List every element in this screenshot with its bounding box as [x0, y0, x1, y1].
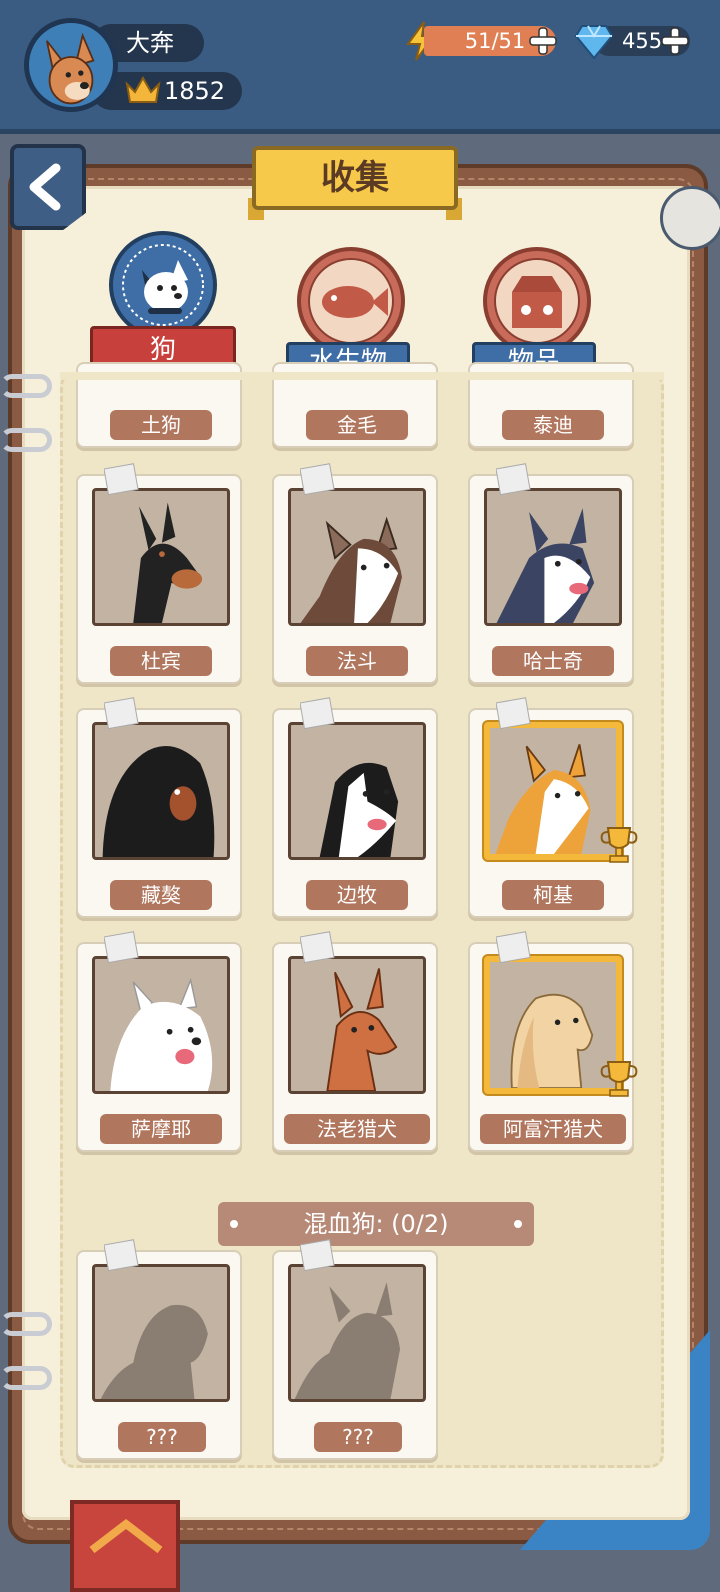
back-arrow-icon[interactable] — [24, 162, 68, 212]
energy-value: 51/51 — [464, 29, 526, 53]
mixed-breed-section-title: 混血狗: (0/2) — [218, 1202, 534, 1246]
border-collie-icon — [319, 762, 399, 857]
add-gems-plus-icon[interactable] — [660, 26, 690, 56]
card-label: 法老猎犬 — [284, 1114, 430, 1144]
note-icon — [300, 1239, 335, 1272]
card-label: 泰迪 — [502, 410, 604, 440]
binder-ring — [0, 428, 52, 452]
fish-icon — [297, 247, 405, 355]
binder-ring — [0, 1312, 52, 1336]
note-icon — [104, 1239, 139, 1272]
note-icon — [496, 463, 531, 496]
note-icon — [104, 697, 139, 730]
chevron-up-icon — [89, 1518, 163, 1554]
locked-dog-silhouette-icon — [100, 1304, 208, 1399]
dog-portrait — [92, 488, 230, 626]
binder-ring — [0, 374, 52, 398]
dog-card-border-collie[interactable]: 边牧 — [272, 697, 438, 918]
trophy-icon — [600, 827, 638, 863]
trophy-count: 1852 — [164, 77, 226, 105]
dog-portrait — [92, 722, 230, 860]
dog-card-afghan-hound[interactable]: 阿富汗猎犬 — [468, 931, 638, 1152]
note-icon — [300, 931, 335, 964]
card-label: 杜宾 — [110, 646, 212, 676]
dog-card-pharaoh-hound[interactable]: 法老猎犬 — [272, 931, 438, 1152]
player-name: 大奔 — [126, 29, 174, 57]
note-icon — [300, 697, 335, 730]
card-label: 法斗 — [306, 646, 408, 676]
card-label: 阿富汗猎犬 — [480, 1114, 626, 1144]
dog-portrait — [484, 488, 622, 626]
add-energy-plus-icon[interactable] — [528, 26, 558, 56]
box-icon — [483, 247, 591, 355]
dog-portrait — [92, 956, 230, 1094]
locked-dog-silhouette-icon — [294, 1282, 401, 1399]
side-gadget-button[interactable] — [660, 186, 720, 250]
samoyed-icon — [110, 977, 213, 1091]
dog-card-french-bulldog[interactable]: 法斗 — [272, 463, 438, 684]
gem-icon — [574, 25, 614, 60]
dog-card-husky[interactable]: 哈士奇 — [468, 463, 634, 684]
player-avatar[interactable] — [24, 18, 118, 112]
card-label: 土狗 — [110, 410, 212, 440]
dog-card-samoyed[interactable]: 萨摩耶 — [76, 931, 242, 1152]
note-icon — [104, 463, 139, 496]
dog-portrait — [288, 488, 426, 626]
dog-portrait — [288, 722, 426, 860]
dog-card-tibetan-mastiff[interactable]: 藏獒 — [76, 697, 242, 918]
trophy-icon — [600, 1061, 638, 1097]
note-icon — [300, 463, 335, 496]
tibetan-mastiff-icon — [102, 746, 215, 857]
dog-card-doberman[interactable]: 杜宾 — [76, 463, 242, 684]
dog-icon — [109, 231, 217, 339]
crown-icon — [125, 75, 161, 103]
page-title: 收集 — [252, 146, 458, 210]
dog-silhouette — [92, 1264, 230, 1402]
mixed-dog-card-locked[interactable]: ??? — [76, 1239, 242, 1460]
french-bulldog-icon — [300, 516, 402, 623]
binder-ring — [0, 1366, 52, 1390]
card-label: 萨摩耶 — [100, 1114, 222, 1144]
doberman-icon — [133, 502, 203, 623]
note-icon — [496, 931, 531, 964]
mixed-dog-card-locked[interactable]: ??? — [272, 1239, 438, 1460]
dog-silhouette — [288, 1264, 426, 1402]
grid-clip-top — [60, 372, 664, 380]
card-label: 藏獒 — [110, 880, 212, 910]
pharaoh-hound-icon — [326, 968, 398, 1091]
note-icon — [104, 931, 139, 964]
card-label: 哈士奇 — [492, 646, 614, 676]
card-label: 柯基 — [502, 880, 604, 910]
card-label: 金毛 — [306, 410, 408, 440]
card-label: ??? — [314, 1422, 402, 1452]
dog-portrait — [288, 956, 426, 1094]
husky-icon — [496, 508, 595, 623]
dog-avatar-icon — [45, 32, 95, 105]
gem-count: 455 — [622, 29, 663, 53]
card-label: 边牧 — [306, 880, 408, 910]
card-label: ??? — [118, 1422, 206, 1452]
note-icon — [496, 697, 531, 730]
dog-card-corgi[interactable]: 柯基 — [468, 697, 638, 918]
